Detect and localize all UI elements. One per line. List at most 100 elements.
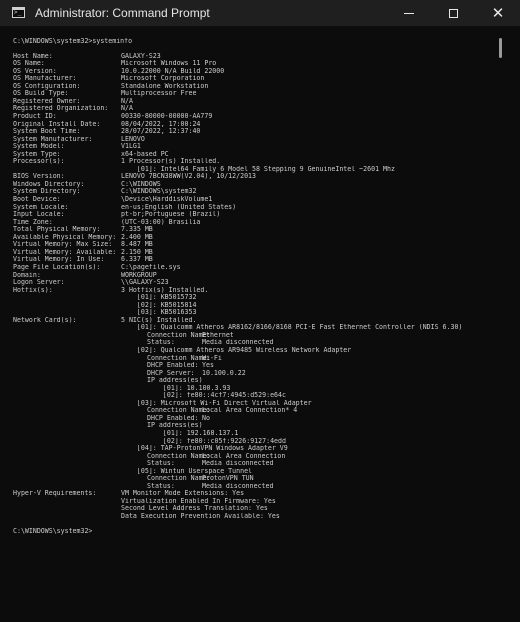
info-value: 2.400 MB [121,233,153,241]
info-value: 6.337 MB [121,256,153,264]
nic-name: [01]: Qualcomm Atheros AR8162/8166/8168 … [121,324,463,332]
ip-address: [01]: 192.168.137.1 [147,429,239,437]
minimize-icon [404,12,414,14]
ip-address: [01]: 10.100.3.93 [147,384,231,392]
title-bar[interactable]: Administrator: Command Prompt ✕ [0,0,520,26]
nic-name: [03]: Microsoft Wi-Fi Direct Virtual Ada… [121,399,312,407]
info-row: OS Manufacturer: Microsoft Corporation [13,75,493,83]
info-label: System Locale: [13,203,69,211]
minimize-button[interactable] [387,0,431,26]
nic-property: [02]: fe80::c05f:9226:9127:4edd [13,438,493,446]
command-prompt-window: Administrator: Command Prompt ✕ C:\WINDO… [0,0,520,622]
info-row: Time Zone: (UTC-03:00) Brasilia [13,219,493,227]
info-value: 2.150 MB [121,248,153,256]
info-value: 1 Processor(s) Installed. [121,158,221,166]
info-value: N/A [121,97,133,105]
info-row: Boot Device: \Device\HarddiskVolume1 [13,196,493,204]
scrollbar[interactable] [494,26,508,622]
info-label: Product ID: [13,113,57,121]
nic-property-value: Media disconnected [202,460,274,468]
info-row: Original Install Date: 08/04/2022, 17:00:… [13,121,493,129]
info-row: System Type: x64-based PC [13,151,493,159]
info-value: 7.335 MB [121,226,153,234]
info-row: Windows Directory: C:\WINDOWS [13,181,493,189]
info-value: 08/04/2022, 17:00:24 [121,120,201,128]
nic-header: [02]: Qualcomm Atheros AR9485 Wireless N… [13,347,493,355]
info-value: V1LG1 [121,143,141,151]
info-value: en-us;English (United States) [121,203,237,211]
nic-property-label: IP address(es) [147,377,203,385]
nic-property-label: Connection Name: [147,331,211,339]
info-row: Registered Organization: N/A [13,105,493,113]
info-row: Domain: WORKGROUP [13,272,493,280]
info-value: 3 Hotfix(s) Installed. [121,286,209,294]
info-row: Total Physical Memory: 7.335 MB [13,226,493,234]
hyperv-item: VM Monitor Mode Extensions: Yes [121,490,245,498]
info-value: C:\WINDOWS\system32 [121,188,197,196]
hotfix-row: [01]: KB5015732 [13,294,493,302]
info-row: Network Card(s): 5 NIC(s) Installed. [13,317,493,325]
nic-name: [05]: Wintun Userspace Tunnel [121,467,253,475]
info-value: 00330-80000-00000-AA779 [121,113,213,121]
info-row: System Locale: en-us;English (United Stat… [13,204,493,212]
nic-property-label: Connection Name: [147,354,211,362]
info-row: System Boot Time: 28/07/2022, 12:37:40 [13,128,493,136]
nic-property-value: Wi-Fi [202,354,222,362]
info-value: \Device\HarddiskVolume1 [121,196,213,204]
info-label: Available Physical Memory: [13,233,117,241]
info-label: Time Zone: [13,218,53,226]
console-output[interactable]: C:\WINDOWS\system32>systeminfo Host Name:… [13,30,493,622]
close-button[interactable]: ✕ [476,0,520,26]
info-value: 8.487 MB [121,241,153,249]
info-row: OS Build Type: Multiprocessor Free [13,90,493,98]
nic-property-label: Status: [147,482,175,490]
nic-property-value: Local Area Connection [202,452,286,460]
info-value: 5 NIC(s) Installed. [121,316,197,324]
nic-property: Connection Name:Local Area Connection [13,453,493,461]
info-value: N/A [121,105,133,113]
info-row: System Model: V1LG1 [13,143,493,151]
nic-property-label: DHCP Enabled: [147,414,199,422]
info-label: System Manufacturer: [13,135,93,143]
info-row: Host Name: GALAXY-S23 [13,53,493,61]
nic-property: Status: Media disconnected [13,339,493,347]
info-row: Registered Owner: N/A [13,98,493,106]
close-icon: ✕ [491,3,505,22]
nic-property-label: Connection Name: [147,475,211,483]
info-row: Processor(s): 1 Processor(s) Installed. [13,158,493,166]
info-value: Microsoft Corporation [121,75,205,83]
nic-property: Status: Media disconnected [13,460,493,468]
info-label: Boot Device: [13,196,61,204]
nic-name: [02]: Qualcomm Atheros AR9485 Wireless N… [121,346,352,354]
info-label: Hotfix(s): [13,286,53,294]
scrollbar-thumb[interactable] [499,38,502,58]
info-value: C:\WINDOWS [121,180,161,188]
info-value: Multiprocessor Free [121,90,197,98]
info-label: System Model: [13,143,65,151]
nic-property: Connection Name:ProtonVPN TUN [13,475,493,483]
nic-property: IP address(es) [13,422,493,430]
nic-property: Connection Name:Local Area Connection* 4 [13,407,493,415]
info-value: 10.0.22000 N/A Build 22000 [121,67,225,75]
info-label: BIOS Version: [13,173,65,181]
info-value: Standalone Workstation [121,82,209,90]
hyperv-item: Virtualization Enabled In Firmware: Yes [121,497,276,505]
prompt-line: C:\WINDOWS\system32> [13,528,493,536]
info-row: OS Version: 10.0.22000 N/A Build 22000 [13,68,493,76]
nic-property: [02]: fe80::4cf7:4945:d529:e64c [13,392,493,400]
info-value: pt-br;Portuguese (Brazil) [121,211,221,219]
info-label: Logon Server: [13,279,65,287]
info-row: OS Configuration: Standalone Workstation [13,83,493,91]
maximize-button[interactable] [431,0,475,26]
window-title: Administrator: Command Prompt [35,6,210,20]
info-label: Virtual Memory: Available: [13,248,117,256]
info-row: Product ID: 00330-80000-00000-AA779 [13,113,493,121]
info-label: Page File Location(s): [13,263,101,271]
info-label: System Type: [13,150,61,158]
hotfix-item: [03]: KB5016353 [121,309,197,317]
hotfix-item: [02]: KB5015814 [121,301,197,309]
info-label: OS Name: [13,60,45,68]
info-label: Total Physical Memory: [13,226,101,234]
info-row: BIOS Version: LENOVO 7BCN38WW(V2.04), 10/… [13,173,493,181]
nic-property: Connection Name:Ethernet [13,332,493,340]
